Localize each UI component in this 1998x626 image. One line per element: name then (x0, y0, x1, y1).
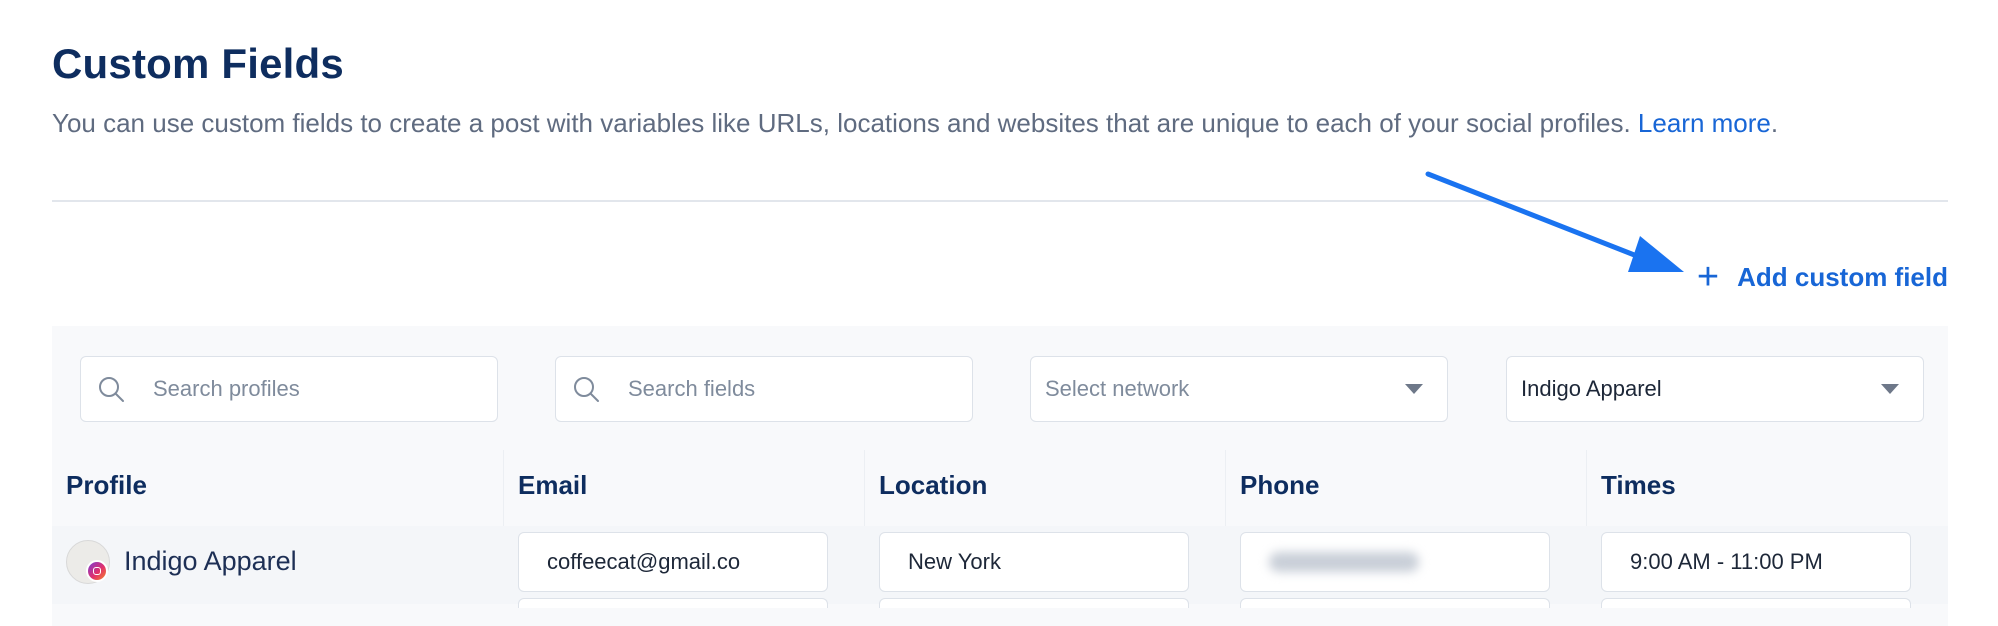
search-fields-placeholder: Search fields (628, 376, 756, 401)
search-icon (99, 377, 124, 402)
phone-value-redacted (1269, 552, 1419, 572)
chevron-down-icon (1881, 384, 1899, 394)
column-header-phone: Phone (1240, 470, 1320, 500)
column-header-location: Location (879, 470, 988, 500)
times-field[interactable]: 9:00 AM - 11:00 PM (1601, 532, 1911, 592)
location-value: New York (908, 549, 1001, 574)
plus-icon: + (1696, 256, 1720, 298)
chevron-down-icon (1405, 384, 1423, 394)
network-select[interactable]: Select network (1030, 356, 1448, 422)
column-header-profile: Profile (66, 470, 147, 500)
location-field[interactable]: New York (879, 532, 1189, 592)
phone-field[interactable] (1240, 532, 1550, 592)
column-separator (1225, 450, 1226, 526)
next-row-field (1601, 598, 1911, 608)
add-custom-field-button[interactable]: + Add custom field (1697, 258, 1948, 296)
column-header-times: Times (1601, 470, 1676, 500)
email-value: coffeecat@gmail.co (547, 549, 741, 574)
add-custom-field-label: Add custom field (1737, 261, 1948, 292)
column-separator (864, 450, 865, 526)
search-profiles-placeholder: Search profiles (153, 376, 300, 401)
column-separator (1586, 450, 1587, 526)
search-profiles-input[interactable]: Search profiles (80, 356, 498, 422)
search-fields-input[interactable]: Search fields (555, 356, 973, 422)
next-row-field (518, 598, 828, 608)
profile-group-select[interactable]: Indigo Apparel (1506, 356, 1924, 422)
network-select-placeholder: Select network (1045, 376, 1190, 401)
email-field[interactable]: coffeecat@gmail.co (518, 532, 828, 592)
column-separator (503, 450, 504, 526)
times-value: 9:00 AM - 11:00 PM (1630, 549, 1823, 574)
next-row-field (879, 598, 1189, 608)
instagram-icon (86, 560, 108, 582)
profile-group-value: Indigo Apparel (1521, 376, 1662, 401)
profile-name: Indigo Apparel (124, 546, 297, 576)
column-header-email: Email (518, 470, 588, 500)
search-icon (574, 377, 599, 402)
next-row-field (1240, 598, 1550, 608)
